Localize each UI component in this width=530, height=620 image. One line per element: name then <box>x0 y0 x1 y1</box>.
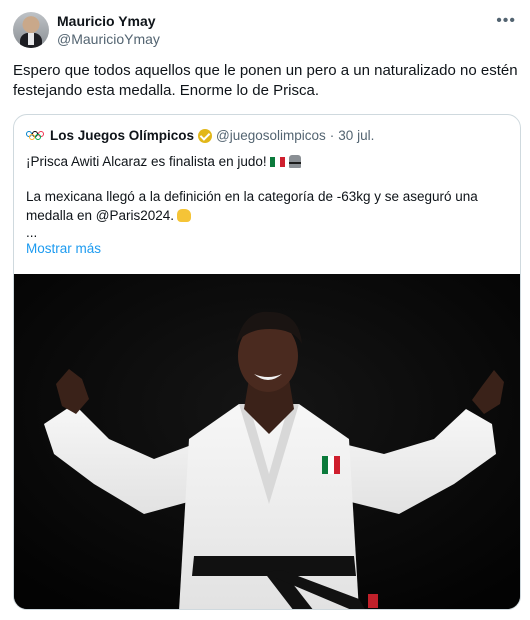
judoka-illustration <box>14 274 520 609</box>
quoted-ellipsis: ... <box>26 225 38 240</box>
quoted-author-name[interactable]: Los Juegos Olímpicos <box>50 128 194 143</box>
quoted-author-handle[interactable]: @juegosolimpicos <box>216 128 326 143</box>
author-avatar[interactable] <box>13 12 49 48</box>
more-options-icon[interactable]: ••• <box>496 12 516 30</box>
quoted-text-line1: ¡Prisca Awiti Alcaraz es finalista en ju… <box>26 153 301 171</box>
judo-icon <box>288 155 301 168</box>
author-name[interactable]: Mauricio Ymay <box>57 13 156 29</box>
judoka-photo[interactable] <box>14 274 520 609</box>
quoted-tweet[interactable]: Los Juegos Olímpicos @juegosolimpicos · … <box>13 114 521 610</box>
verified-badge-icon <box>198 128 213 143</box>
author-handle[interactable]: @MauricioYmay <box>57 31 160 47</box>
quoted-text-line2: La mexicana llegó a la definición en la … <box>26 187 510 225</box>
quoted-header: Los Juegos Olímpicos @juegosolimpicos · … <box>26 128 374 143</box>
avatar-shirt <box>28 33 34 45</box>
tweet-text: Espero que todos aquellos que le ponen u… <box>13 62 518 99</box>
quoted-date[interactable]: 30 jul. <box>338 128 374 143</box>
quoted-line1-text: ¡Prisca Awiti Alcaraz es finalista en ju… <box>26 154 267 169</box>
separator-dot: · <box>329 128 335 143</box>
mexico-flag-icon <box>269 157 285 167</box>
clapping-hands-icon <box>177 209 192 222</box>
tweet-card[interactable]: Mauricio Ymay @MauricioYmay ••• Espero q… <box>0 0 530 620</box>
olympic-rings-icon <box>26 130 44 141</box>
quoted-line2-text: La mexicana llegó a la definición en la … <box>26 189 478 223</box>
show-more-link[interactable]: Mostrar más <box>26 241 101 256</box>
